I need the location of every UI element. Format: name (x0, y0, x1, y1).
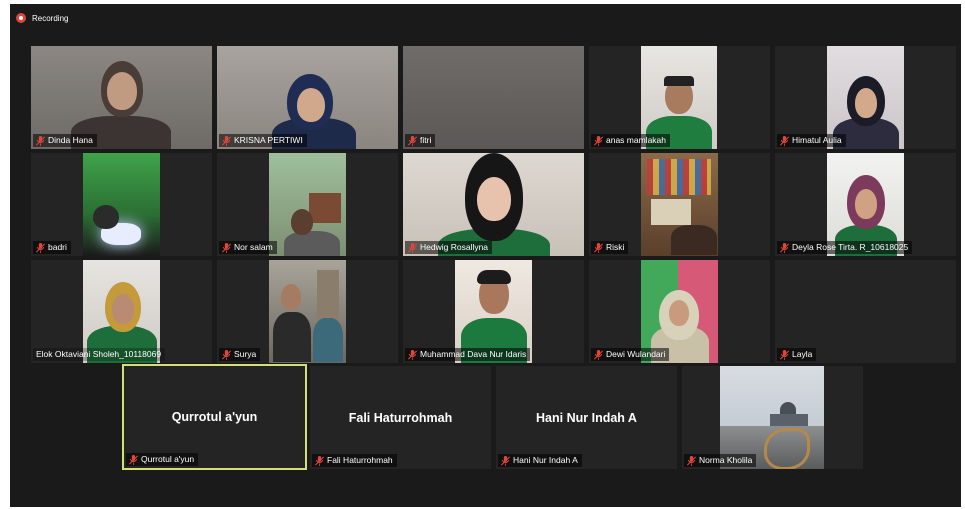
video-feed (269, 260, 346, 363)
muted-mic-icon (594, 135, 603, 146)
muted-mic-icon (780, 242, 789, 253)
participant-tile[interactable]: Deyla Rose Tirta. R_10618025 (775, 153, 956, 256)
participant-name: Hedwig Rosallyna (405, 241, 493, 254)
muted-mic-icon (36, 242, 45, 253)
muted-mic-icon (222, 349, 231, 360)
video-feed (641, 153, 718, 256)
participant-tile[interactable]: anas mamlakah (589, 46, 770, 149)
participant-display-name: Qurrotul a'yun (171, 410, 258, 424)
muted-mic-icon (408, 349, 417, 360)
muted-mic-icon (36, 135, 45, 146)
participant-name: Riski (591, 241, 629, 254)
muted-mic-icon (780, 135, 789, 146)
participant-tile[interactable]: Dinda Hana (31, 46, 212, 149)
muted-mic-icon (594, 349, 603, 360)
muted-mic-icon (129, 454, 138, 465)
participant-tile[interactable]: Surya (217, 260, 398, 363)
muted-mic-icon (408, 135, 417, 146)
participant-name: Muhammad Dava Nur Idaris (405, 348, 531, 361)
participant-name: Dinda Hana (33, 134, 97, 147)
participant-tile[interactable]: Dewi Wulandari (589, 260, 770, 363)
participant-tile[interactable]: Himatul Aulia (775, 46, 956, 149)
muted-mic-icon (594, 242, 603, 253)
recording-icon (16, 13, 26, 23)
muted-mic-icon (501, 455, 510, 466)
participant-tile[interactable]: Layla (775, 260, 956, 363)
participant-name: Norma Kholila (684, 454, 757, 467)
recording-label: Recording (32, 13, 69, 23)
muted-mic-icon (687, 455, 696, 466)
participant-tile[interactable]: Hani Nur Indah A Hani Nur Indah A (496, 366, 677, 469)
participant-name: fitri (405, 134, 436, 147)
muted-mic-icon (780, 349, 789, 360)
participant-name: Dewi Wulandari (591, 348, 670, 361)
participant-tile[interactable]: Hedwig Rosallyna (403, 153, 584, 256)
participant-name: badri (33, 241, 71, 254)
participant-name: anas mamlakah (591, 134, 671, 147)
participant-name: Nor salam (219, 241, 277, 254)
participant-name: Surya (219, 348, 261, 361)
muted-mic-icon (408, 242, 417, 253)
participant-name: Hani Nur Indah A (498, 454, 582, 467)
participant-name: Layla (777, 348, 817, 361)
participant-tile-active-speaker[interactable]: Qurrotul a'yun Qurrotul a'yun (122, 364, 307, 470)
muted-mic-icon (222, 135, 231, 146)
muted-mic-icon (315, 455, 324, 466)
participant-name: KRISNA PERTIWI (219, 134, 307, 147)
participant-name: Himatul Aulia (777, 134, 846, 147)
participant-tile[interactable]: KRISNA PERTIWI (217, 46, 398, 149)
video-feed (269, 153, 346, 256)
video-feed (83, 153, 160, 256)
participant-tile[interactable]: badri (31, 153, 212, 256)
participant-tile[interactable]: Riski (589, 153, 770, 256)
muted-mic-icon (222, 242, 231, 253)
participant-tile[interactable]: Nor salam (217, 153, 398, 256)
participant-tile[interactable]: Elok Oktaviani Sholeh_10118069 (31, 260, 212, 363)
participant-name: Deyla Rose Tirta. R_10618025 (777, 241, 913, 254)
participant-name: Qurrotul a'yun (126, 453, 199, 466)
recording-indicator[interactable]: Recording (16, 10, 68, 26)
participant-display-name: Fali Haturrohmah (348, 410, 453, 425)
participant-tile[interactable]: fitri (403, 46, 584, 149)
participant-name: Elok Oktaviani Sholeh_10118069 (33, 348, 166, 361)
participant-name: Fali Haturrohmah (312, 454, 397, 467)
participant-display-name: Hani Nur Indah A (536, 410, 637, 425)
participant-tile[interactable]: Muhammad Dava Nur Idaris (403, 260, 584, 363)
participant-tile[interactable]: Fali Haturrohmah Fali Haturrohmah (310, 366, 491, 469)
meeting-window: Recording Dinda Hana KRISNA PERTIWI fitr… (10, 4, 961, 507)
participant-tile[interactable]: Norma Kholila (682, 366, 863, 469)
